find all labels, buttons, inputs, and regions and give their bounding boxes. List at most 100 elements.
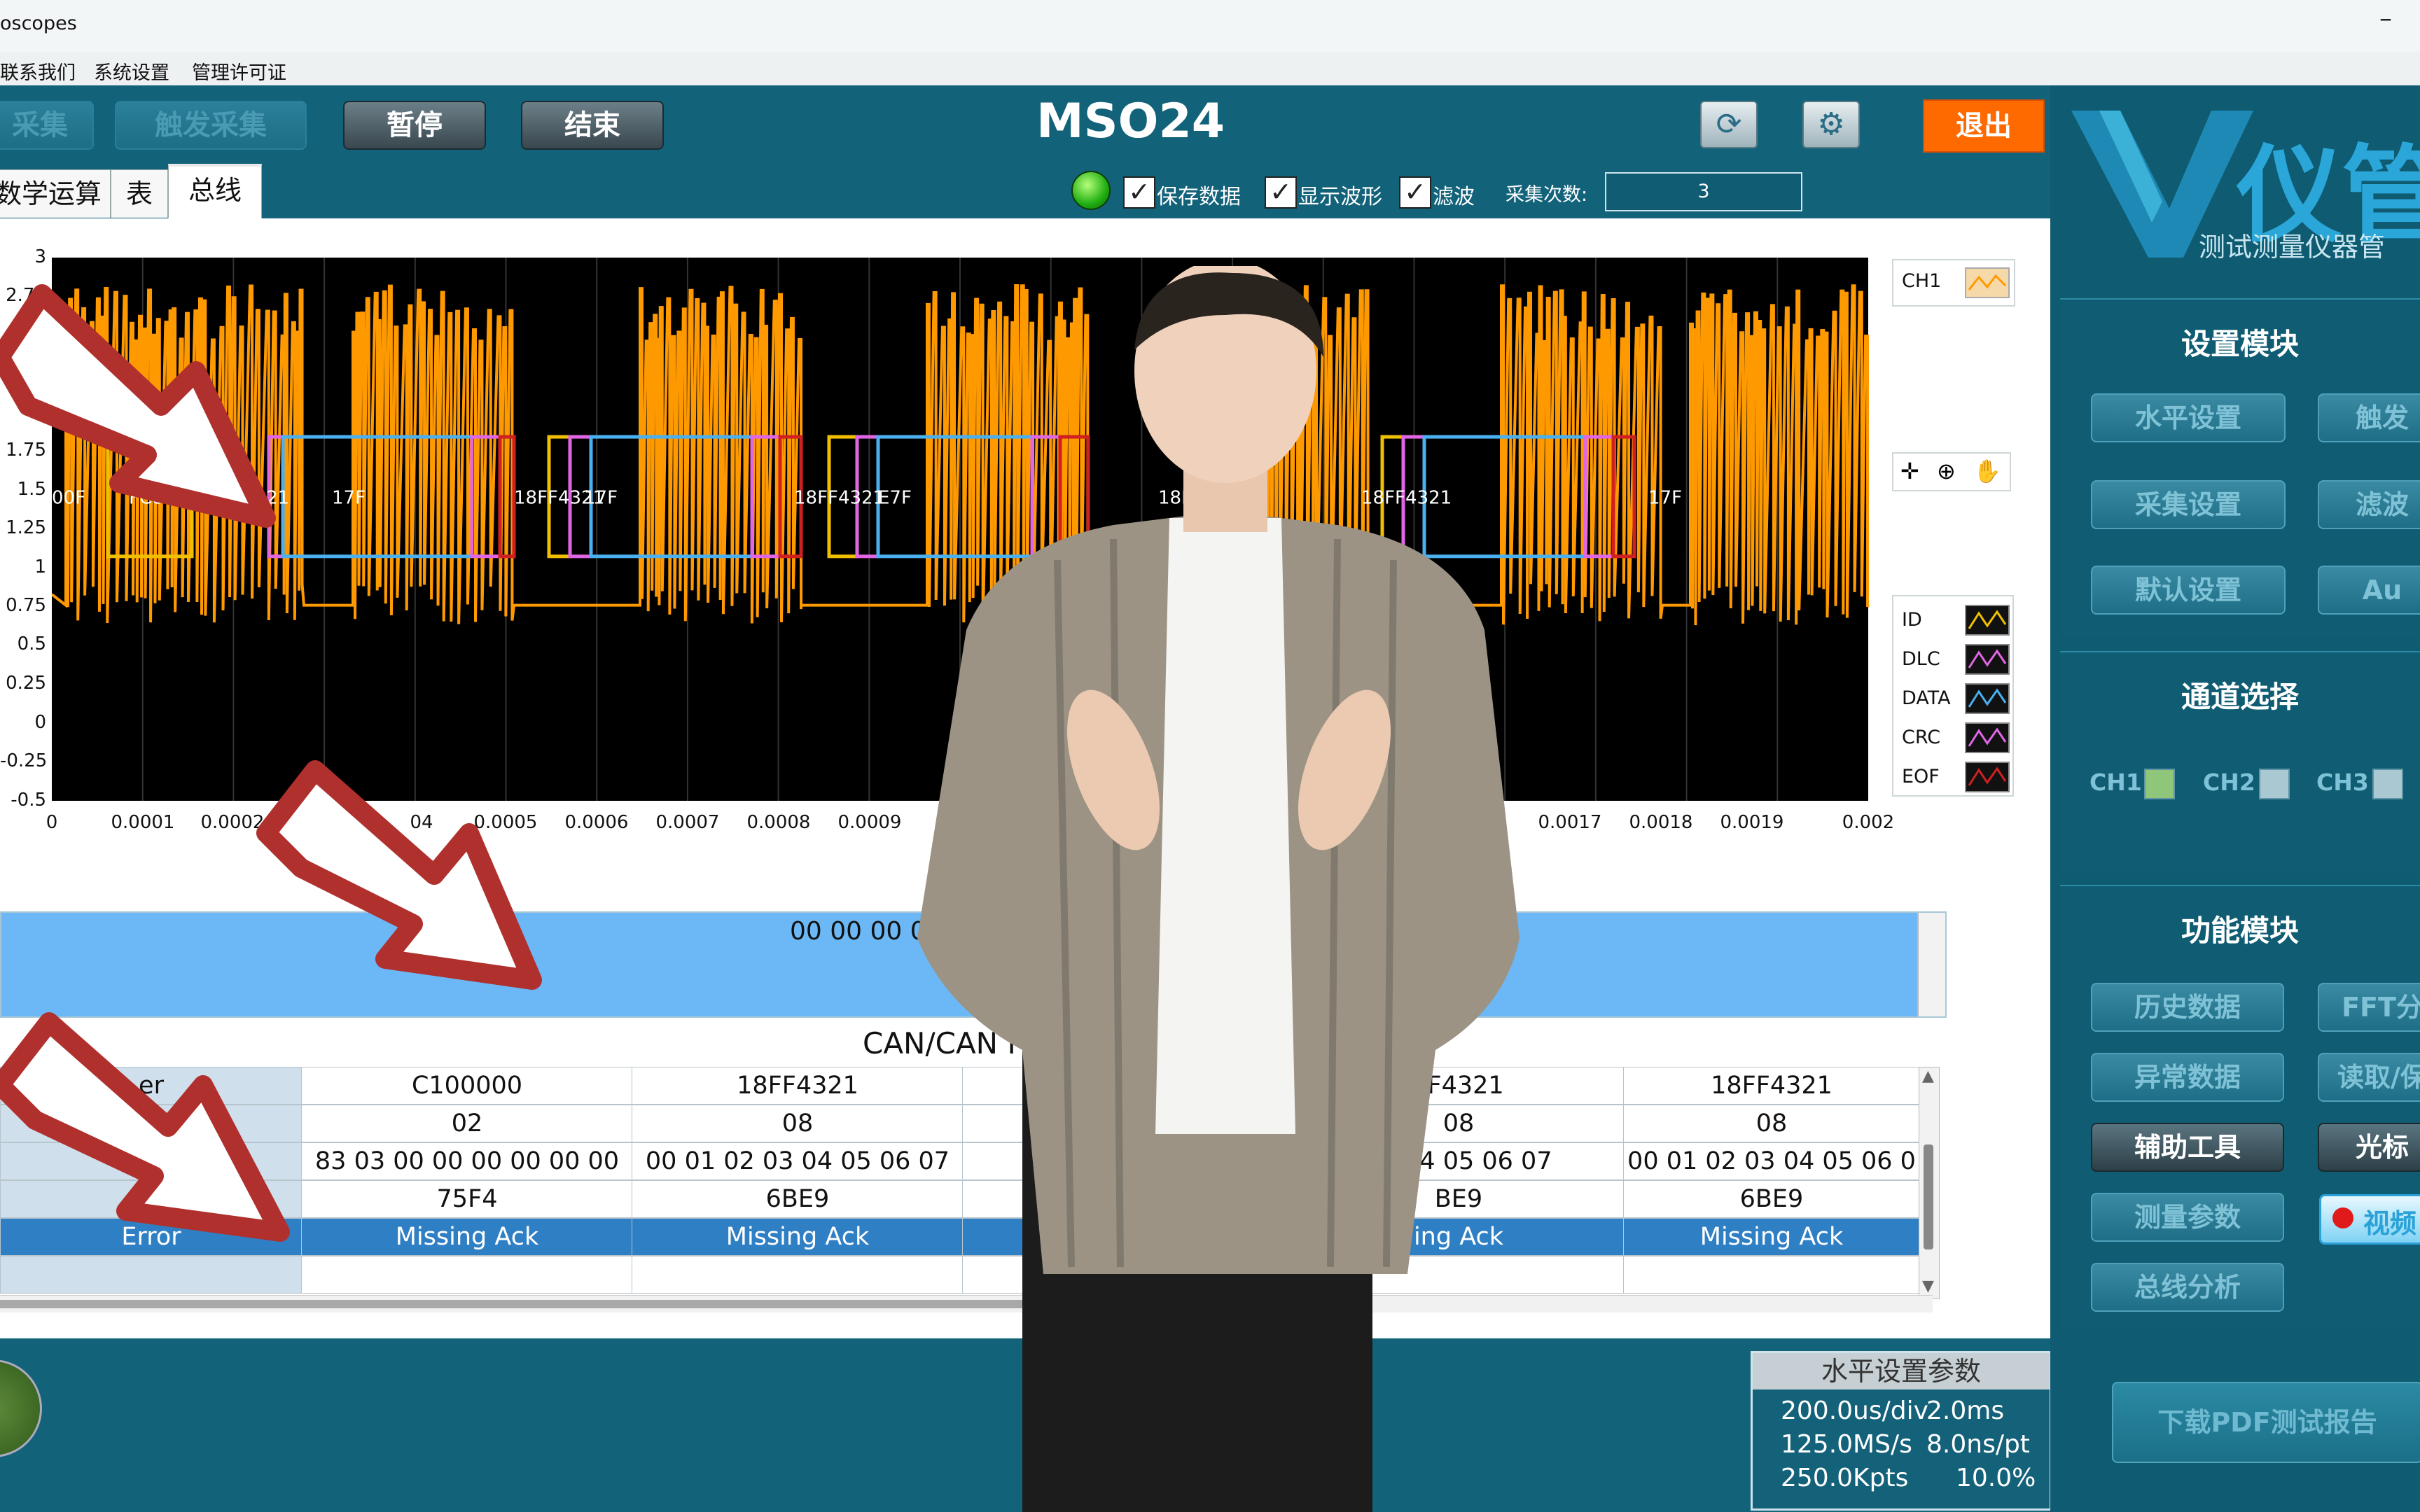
table-cell[interactable]: 75F4: [301, 1180, 633, 1218]
channel-legend[interactable]: CH1: [1892, 259, 2015, 307]
table-cell[interactable]: [301, 1256, 633, 1294]
x-tick-label: 0.0019: [1720, 812, 1784, 833]
channel-wave-swatch: [1965, 267, 2010, 298]
pan-tool-icon[interactable]: ✋: [1973, 458, 2001, 484]
video-button[interactable]: 视频: [2319, 1194, 2420, 1245]
decoded-scrollbar[interactable]: [1917, 913, 1945, 1016]
table-scroll-thumb[interactable]: [1924, 1144, 1933, 1250]
ch1-label: CH1: [2089, 769, 2142, 796]
table-cell[interactable]: 02: [301, 1105, 633, 1142]
horizontal-params-title: 水平设置参数: [1753, 1353, 2050, 1390]
aux-tools-button[interactable]: 辅助工具: [2091, 1123, 2284, 1172]
scroll-down-icon[interactable]: ▼: [1922, 1278, 1934, 1295]
zoom-tool-icon[interactable]: ⊕: [1937, 458, 1956, 484]
cursor-button[interactable]: 光标: [2318, 1123, 2420, 1172]
default-settings-button[interactable]: 默认设置: [2091, 566, 2286, 615]
ch3-label: CH3: [2316, 769, 2369, 796]
title-bar: oscopes –: [0, 0, 2420, 52]
legend-label-dlc: DLC: [1902, 648, 1940, 670]
tab-table[interactable]: 表: [111, 169, 168, 218]
ch2-checkbox[interactable]: [2259, 769, 2290, 799]
x-tick-label: 0.0008: [746, 812, 811, 833]
stop-button[interactable]: 结束: [521, 101, 664, 150]
tab-bus[interactable]: 总线: [168, 164, 262, 220]
channel-section-header: 通道选择: [2060, 651, 2420, 732]
legend-label-data: DATA: [1902, 687, 1951, 709]
table-cell[interactable]: C100000: [301, 1067, 633, 1105]
annotation-arrow-top: [0, 284, 276, 528]
y-tick-label: 0.5: [17, 634, 46, 654]
acquire-settings-button[interactable]: 采集设置: [2091, 480, 2286, 529]
bus-analysis-button[interactable]: 总线分析: [2091, 1263, 2284, 1312]
x-tick-label: 0.0009: [837, 812, 902, 833]
table-cell[interactable]: 18FF4321: [1623, 1067, 1920, 1105]
hparam-points: 250.0Kpts: [1781, 1464, 1909, 1492]
acquire-button[interactable]: 采集: [0, 101, 94, 150]
y-tick-label: -0.5: [11, 790, 46, 811]
legend-label-crc: CRC: [1902, 727, 1941, 748]
corner-knob-icon[interactable]: [0, 1359, 42, 1457]
menu-bar: 联系我们 系统设置 管理许可证: [0, 52, 2420, 86]
fft-button[interactable]: FFT分: [2318, 983, 2420, 1032]
horizontal-params-panel: 水平设置参数 200.0us/div 2.0ms 125.0MS/s 8.0ns…: [1751, 1351, 2052, 1511]
filter-label: 滤波: [1433, 185, 1475, 209]
pause-button[interactable]: 暂停: [343, 101, 486, 150]
table-cell[interactable]: 00 01 02 03 04 05 06 0: [1623, 1142, 1920, 1180]
ch2-label: CH2: [2203, 769, 2255, 796]
minimize-icon[interactable]: –: [2379, 4, 2392, 33]
hparam-sample-rate: 125.0MS/s: [1781, 1430, 1912, 1459]
trigger-settings-button[interactable]: 触发: [2318, 393, 2420, 442]
read-save-button[interactable]: 读取/保: [2318, 1053, 2420, 1102]
table-cell[interactable]: 83 03 00 00 00 00 00 00: [301, 1142, 633, 1180]
table-cell[interactable]: [1623, 1256, 1920, 1294]
x-tick-label: 0: [46, 812, 58, 833]
annotation-arrow-bottom: [0, 1012, 290, 1242]
menu-license[interactable]: 管理许可证: [192, 57, 286, 85]
y-tick-label: 0.75: [6, 595, 46, 616]
function-section-title: 功能模块: [2181, 913, 2299, 948]
abnormal-data-button[interactable]: 异常数据: [2091, 1053, 2284, 1102]
gear-icon[interactable]: ⚙: [1802, 101, 1860, 148]
frame-label: 18FF4321: [794, 487, 884, 508]
table-cell[interactable]: Missing Ack: [301, 1218, 633, 1256]
tab-math[interactable]: 数学运算: [0, 169, 111, 218]
settings-section: 水平设置 触发 采集设置 滤波 默认设置 Au: [2060, 378, 2420, 637]
filter-checkbox[interactable]: ✓: [1399, 176, 1431, 209]
frame-label: 17F: [332, 487, 366, 508]
status-led: [1071, 171, 1111, 210]
cursor-tool-icon[interactable]: ✛: [1900, 458, 1919, 484]
record-dot-icon: [2332, 1208, 2353, 1228]
horizontal-settings-button[interactable]: 水平设置: [2091, 393, 2286, 442]
plot-tools: ✛ ⊕ ✋: [1892, 452, 2011, 491]
x-tick-label: 0.0018: [1629, 812, 1693, 833]
refresh-icon[interactable]: ⟳: [1700, 101, 1758, 148]
table-cell[interactable]: 6BE9: [1623, 1180, 1920, 1218]
download-pdf-report-button[interactable]: 下载PDF测试报告: [2112, 1382, 2420, 1463]
ch3-checkbox[interactable]: [2372, 769, 2403, 799]
scroll-up-icon[interactable]: ▲: [1922, 1068, 1934, 1085]
filter-settings-button[interactable]: 滤波: [2318, 480, 2420, 529]
exit-button[interactable]: 退出: [1923, 99, 2045, 153]
trigger-acquire-button[interactable]: 触发采集: [115, 101, 307, 150]
measure-params-button[interactable]: 测量参数: [2091, 1193, 2284, 1242]
video-button-label: 视频: [2363, 1208, 2417, 1239]
legend-swatch-eof: [1965, 762, 2010, 792]
bus-legend: ID DLC DATA CRC EOF: [1892, 595, 2014, 797]
menu-settings[interactable]: 系统设置: [94, 57, 169, 85]
history-data-button[interactable]: 历史数据: [2091, 983, 2284, 1032]
ch1-checkbox[interactable]: [2144, 769, 2175, 799]
x-tick-label: 0.002: [1842, 812, 1895, 833]
frame-label: 17F: [1648, 487, 1682, 508]
show-wave-checkbox[interactable]: ✓: [1265, 176, 1297, 209]
table-cell[interactable]: 08: [1623, 1105, 1920, 1142]
table-vertical-scrollbar[interactable]: ▲ ▼: [1919, 1067, 1940, 1299]
save-data-checkbox[interactable]: ✓: [1123, 176, 1155, 209]
legend-swatch-crc: [1965, 722, 2010, 753]
auto-button[interactable]: Au: [2318, 566, 2420, 615]
hparam-time-div: 200.0us/div: [1781, 1396, 1928, 1425]
acquire-count-input[interactable]: 3: [1605, 172, 1802, 211]
menu-contact[interactable]: 联系我们: [0, 57, 76, 85]
table-cell[interactable]: Missing Ack: [1623, 1218, 1920, 1256]
legend-label-eof: EOF: [1902, 766, 1940, 788]
device-title: MSO24: [1036, 94, 1225, 149]
